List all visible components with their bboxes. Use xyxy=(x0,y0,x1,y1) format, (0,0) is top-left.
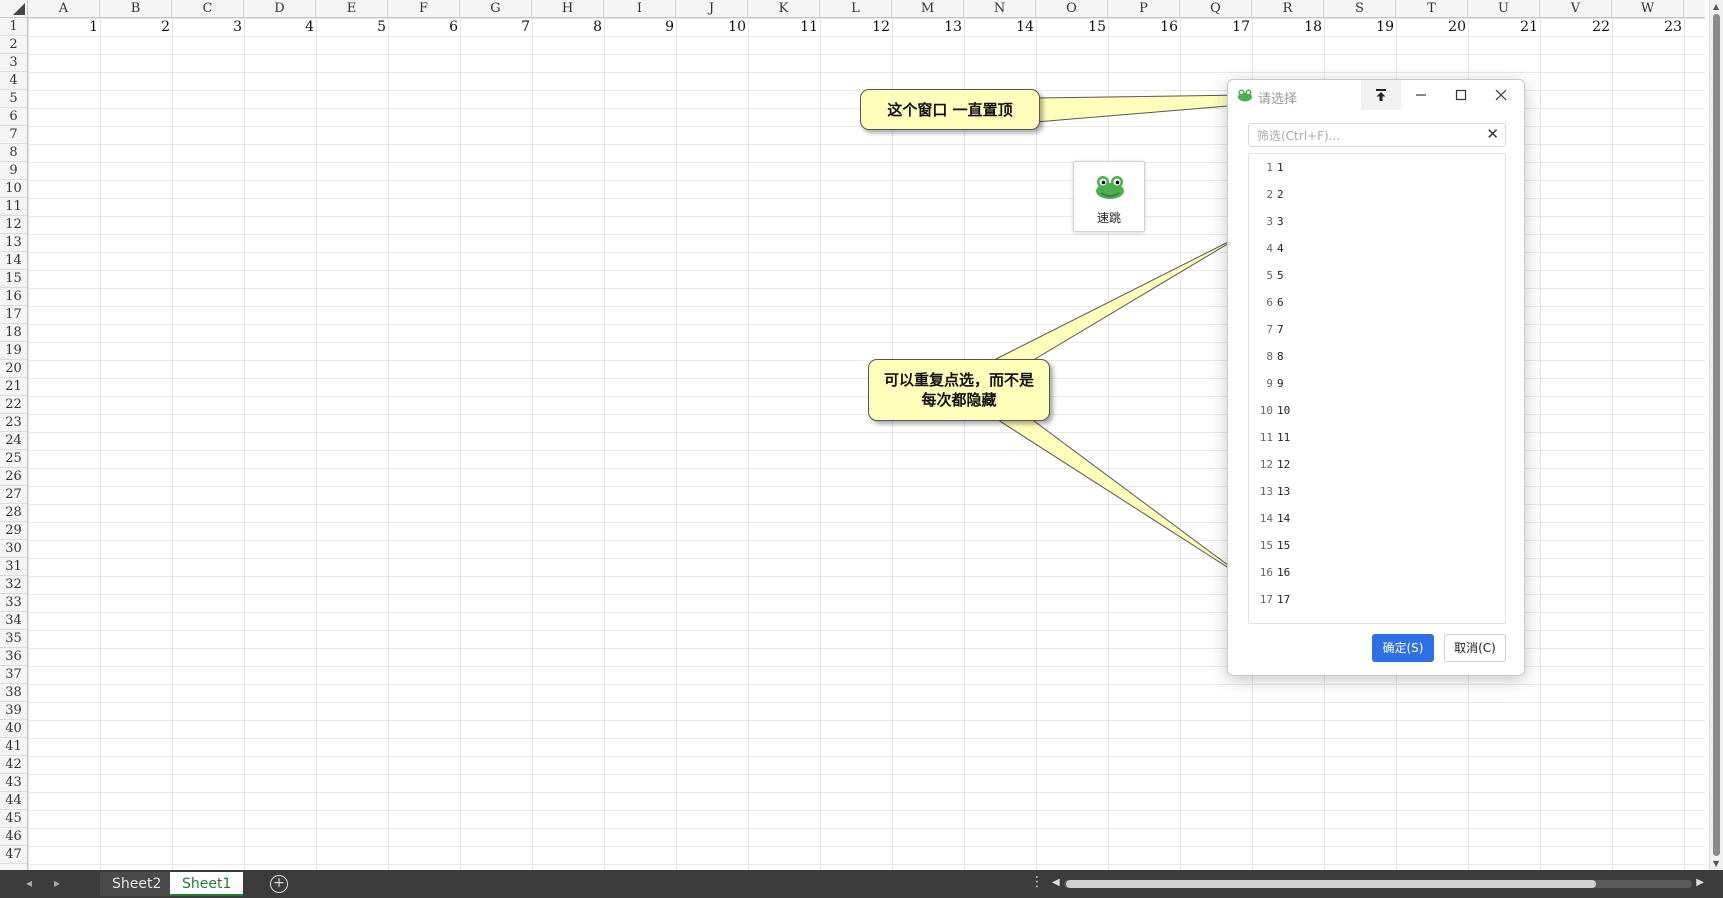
sheet-tab-sheet1[interactable]: Sheet1 xyxy=(170,872,244,896)
maximize-button[interactable] xyxy=(1441,80,1481,110)
list-item[interactable]: 12 12 xyxy=(1249,451,1505,478)
clear-filter-icon[interactable]: ✕ xyxy=(1486,125,1499,143)
list-item-label: 16 xyxy=(1277,566,1291,579)
list-item[interactable]: 66 xyxy=(1249,289,1505,316)
select-callout: 可以重复点选，而不是每次都隐藏 xyxy=(868,359,1050,421)
list-item-label: 15 xyxy=(1277,539,1291,552)
select-dialog: 请选择 ✕ 1122334455667788991010111112121313… xyxy=(1227,79,1525,676)
pin-callout-text: 这个窗口 一直置顶 xyxy=(887,101,1013,119)
horizontal-scrollbar[interactable]: ◀ ▶ xyxy=(1052,877,1704,891)
list-item-index: 12 xyxy=(1259,458,1273,471)
list-item-index: 1 xyxy=(1266,161,1273,174)
list-item-label: 1 xyxy=(1277,161,1284,174)
list-item-index: 16 xyxy=(1259,566,1273,579)
option-list[interactable]: 1 1 2 2 3 3 4 4 5 5 6 6 7 7 8 8 9 9 10 10 11 11 12 12 13 13 14 14 15… xyxy=(1248,153,1506,624)
list-item-index: 3 xyxy=(1266,215,1273,228)
list-item-label: 6 xyxy=(1277,296,1284,309)
sheet-tab-bar: ◂ ▸ Sheet2 Sheet1 + ⋮ ◀ ▶ xyxy=(0,870,1723,898)
list-item[interactable]: 99 xyxy=(1249,370,1505,397)
list-item-index: 10 xyxy=(1259,404,1273,417)
list-item[interactable]: 44 xyxy=(1249,235,1505,262)
list-item-label: 17 xyxy=(1277,593,1291,606)
maximize-icon xyxy=(1455,89,1467,101)
scroll-left-icon[interactable]: ◀ xyxy=(1052,877,1060,888)
list-item-index: 11 xyxy=(1259,431,1273,444)
list-item-index: 6 xyxy=(1266,296,1273,309)
frog-icon xyxy=(1096,176,1124,199)
list-item-index: 15 xyxy=(1259,539,1273,552)
pin-top-icon xyxy=(1376,89,1386,101)
select-callout-pointer-top xyxy=(989,232,1247,363)
prev-sheet-icon[interactable]: ◂ xyxy=(26,876,32,890)
filter-box: ✕ xyxy=(1248,123,1506,147)
close-icon xyxy=(1495,89,1507,101)
select-callout-text: 可以重复点选，而不是每次都隐藏 xyxy=(883,371,1034,409)
pin-callout: 这个窗口 一直置顶 xyxy=(860,89,1040,130)
list-item[interactable]: 22 xyxy=(1249,181,1505,208)
ok-button[interactable]: 确定(S) xyxy=(1372,634,1434,662)
jump-widget-label: 速跳 xyxy=(1096,211,1121,225)
list-item-label: 5 xyxy=(1277,269,1284,282)
sheet-tab-sheet2[interactable]: Sheet2 xyxy=(100,872,174,896)
plus-circle-icon[interactable]: + xyxy=(270,875,288,893)
list-item-index: 7 xyxy=(1266,323,1273,336)
horizontal-scroll-thumb[interactable] xyxy=(1066,880,1596,888)
list-item[interactable]: 11 xyxy=(1249,154,1505,181)
list-item-index: 5 xyxy=(1266,269,1273,282)
list-item[interactable]: 55 xyxy=(1249,262,1505,289)
next-sheet-icon[interactable]: ▸ xyxy=(54,876,60,890)
list-item[interactable]: 10 10 xyxy=(1249,397,1505,424)
list-item-label: 14 xyxy=(1277,512,1291,525)
list-item-label: 2 xyxy=(1277,188,1284,201)
list-item[interactable]: 77 xyxy=(1249,316,1505,343)
more-options-icon[interactable]: ⋮ xyxy=(1030,874,1044,890)
select-callout-pointer-bottom xyxy=(993,417,1253,584)
jump-widget-button[interactable]: 速跳 xyxy=(1073,161,1145,232)
dialog-title: 请选择 xyxy=(1258,92,1298,107)
cancel-button[interactable]: 取消(C) xyxy=(1444,634,1506,662)
pin-on-top-button[interactable] xyxy=(1361,80,1401,110)
list-item-index: 4 xyxy=(1266,242,1273,255)
list-item-label: 7 xyxy=(1277,323,1284,336)
minimize-icon xyxy=(1416,94,1426,96)
list-item-index: 14 xyxy=(1259,512,1273,525)
list-item-label: 8 xyxy=(1277,350,1284,363)
list-item[interactable]: 15 15 xyxy=(1249,532,1505,559)
list-item[interactable]: 17 17 xyxy=(1249,586,1505,613)
list-item[interactable]: 88 xyxy=(1249,343,1505,370)
list-item-label: 4 xyxy=(1277,242,1284,255)
list-item[interactable]: 16 16 xyxy=(1249,559,1505,586)
list-item-index: 17 xyxy=(1259,593,1273,606)
list-item-label: 12 xyxy=(1277,458,1291,471)
list-item-index: 8 xyxy=(1266,350,1273,363)
list-item-label: 3 xyxy=(1277,215,1284,228)
list-item[interactable]: 11 11 xyxy=(1249,424,1505,451)
list-item-index: 9 xyxy=(1266,377,1273,390)
frog-icon xyxy=(1238,89,1252,102)
list-item-index: 2 xyxy=(1266,188,1273,201)
minimize-button[interactable] xyxy=(1401,80,1441,110)
list-item-label: 10 xyxy=(1277,404,1291,417)
filter-input[interactable] xyxy=(1255,126,1479,146)
scroll-right-icon[interactable]: ▶ xyxy=(1696,877,1704,888)
list-item[interactable]: 13 13 xyxy=(1249,478,1505,505)
close-button[interactable] xyxy=(1481,80,1521,110)
list-item[interactable]: 14 14 xyxy=(1249,505,1505,532)
list-item-label: 9 xyxy=(1277,377,1284,390)
list-item-label: 13 xyxy=(1277,485,1291,498)
list-item-index: 13 xyxy=(1259,485,1273,498)
list-item-label: 11 xyxy=(1277,431,1291,444)
list-item[interactable]: 33 xyxy=(1249,208,1505,235)
